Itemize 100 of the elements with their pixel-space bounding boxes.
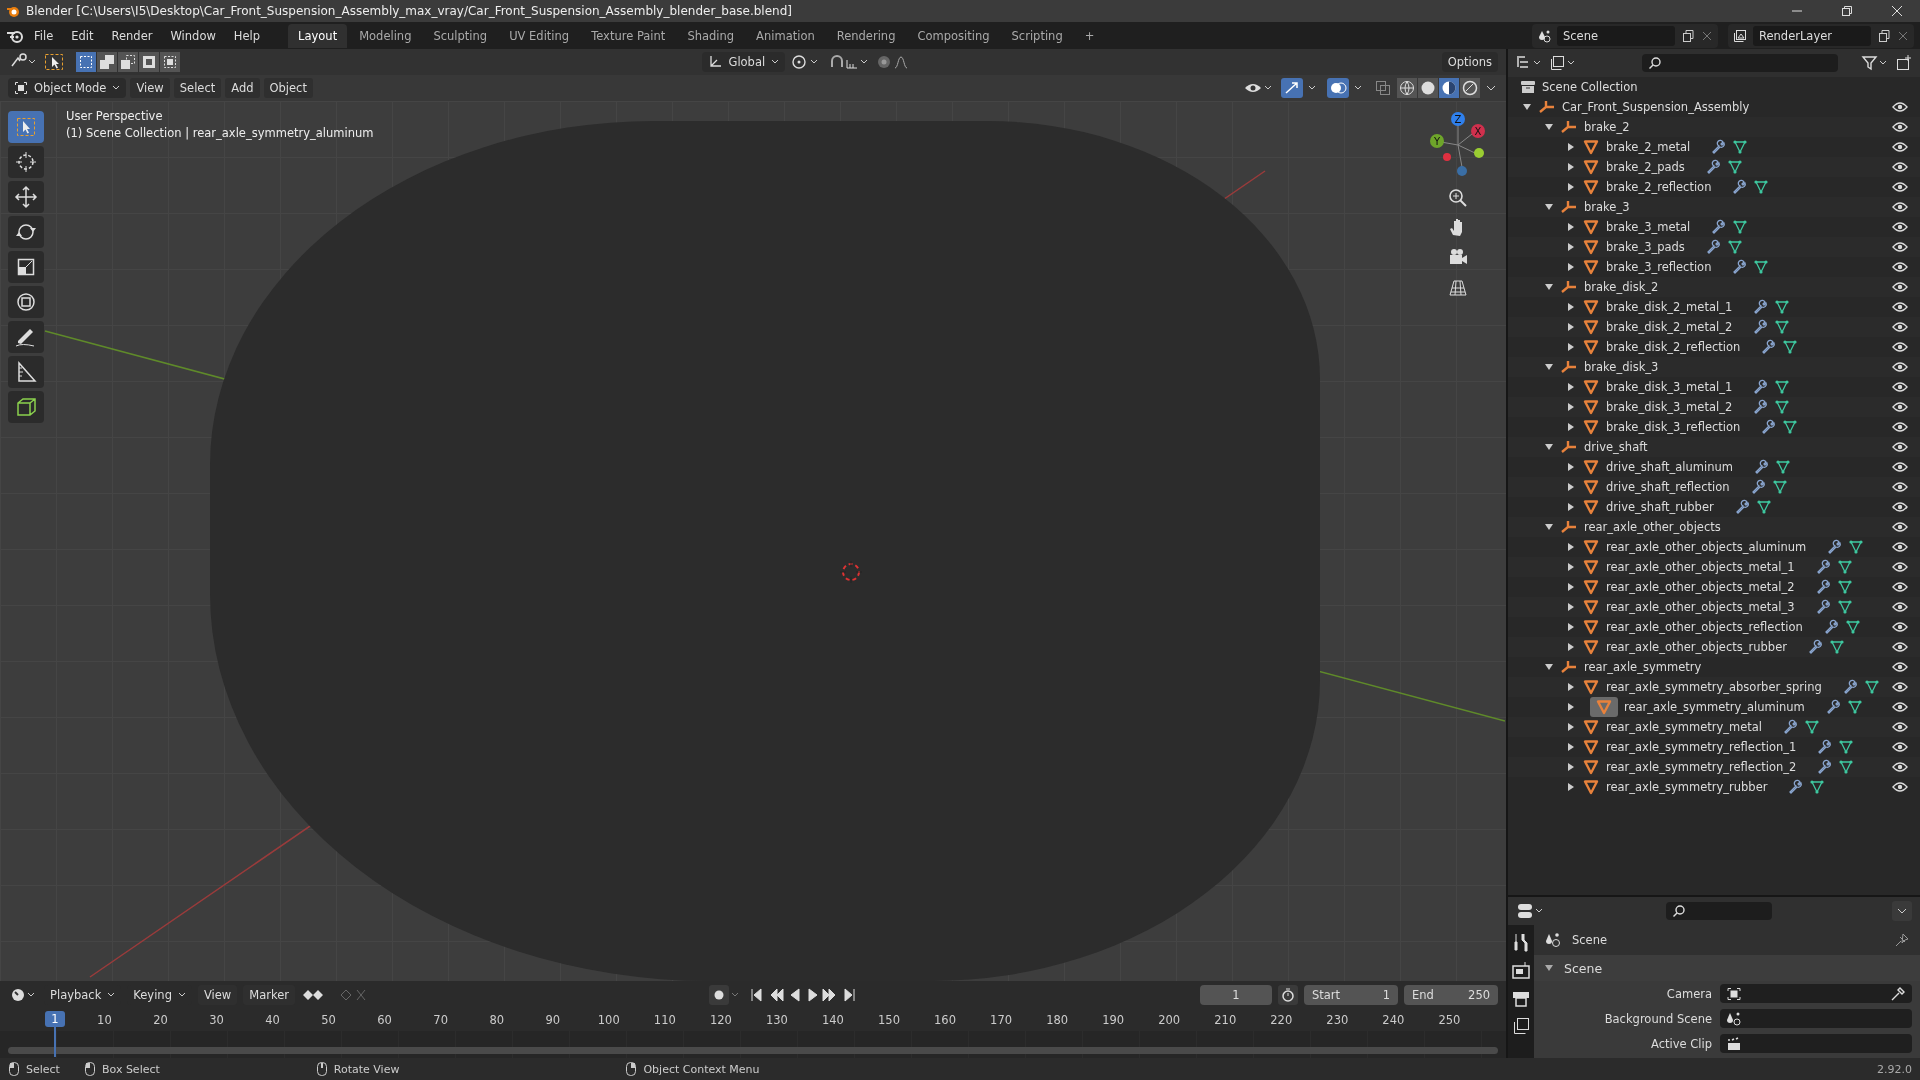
wrench-icon[interactable] <box>1752 299 1769 315</box>
expand-toggle-icon[interactable] <box>1566 622 1576 632</box>
pin-icon[interactable] <box>1894 932 1910 948</box>
expand-toggle-icon[interactable] <box>1566 502 1576 512</box>
mesh-data-icon[interactable] <box>1753 179 1770 195</box>
viewport-menu[interactable]: Object <box>263 78 313 98</box>
outliner-item[interactable]: brake_3_reflection <box>1606 260 1712 274</box>
search-field[interactable] <box>1666 902 1772 920</box>
select-tool-icon[interactable] <box>42 51 66 73</box>
outliner-item[interactable]: brake_3_metal <box>1606 220 1691 234</box>
expand-toggle-icon[interactable] <box>1566 682 1576 692</box>
render-tab-icon[interactable] <box>1510 959 1532 981</box>
wrench-icon[interactable] <box>1731 259 1748 275</box>
menu-item[interactable]: File <box>26 25 62 46</box>
expand-toggle-icon[interactable] <box>1566 222 1576 232</box>
expand-toggle-icon[interactable] <box>1544 963 1554 973</box>
eye-icon[interactable] <box>1892 741 1908 753</box>
eye-icon[interactable] <box>1892 421 1908 433</box>
mesh-data-icon[interactable] <box>1726 159 1743 175</box>
restore-icon[interactable] <box>1840 4 1854 18</box>
eye-icon[interactable] <box>1892 661 1908 673</box>
expand-toggle-icon[interactable] <box>1566 582 1576 592</box>
outliner-item[interactable]: drive_shaft_rubber <box>1606 500 1714 514</box>
mesh-data-icon[interactable] <box>1836 579 1853 595</box>
expand-toggle-icon[interactable] <box>1544 282 1554 292</box>
search-field[interactable] <box>1642 54 1838 72</box>
xray-icon[interactable] <box>1373 78 1393 98</box>
mesh-data-icon[interactable] <box>1838 739 1855 755</box>
eye-icon[interactable] <box>1892 361 1908 373</box>
expand-toggle-icon[interactable] <box>1566 182 1576 192</box>
eye-icon[interactable] <box>1892 101 1908 113</box>
outliner-item[interactable]: brake_3_pads <box>1606 240 1685 254</box>
mesh-data-icon[interactable] <box>1804 719 1821 735</box>
workspace-tab[interactable]: Modeling <box>349 23 422 48</box>
eye-icon[interactable] <box>1892 301 1908 313</box>
eye-icon[interactable] <box>1892 141 1908 153</box>
outliner-item[interactable]: brake_disk_2_reflection <box>1606 340 1741 354</box>
outliner-item[interactable]: rear_axle_symmetry_metal <box>1606 720 1763 734</box>
expand-toggle-icon[interactable] <box>1566 462 1576 472</box>
mesh-data-icon[interactable] <box>1774 379 1791 395</box>
eye-icon[interactable] <box>1892 201 1908 213</box>
eye-icon[interactable] <box>1892 761 1908 773</box>
outliner-item[interactable]: drive_shaft_aluminum <box>1606 460 1733 474</box>
outliner-item[interactable]: brake_2_pads <box>1606 160 1685 174</box>
eye-icon[interactable] <box>1892 541 1908 553</box>
outliner-item[interactable]: brake_disk_3 <box>1584 360 1659 374</box>
workspace-tab[interactable]: Compositing <box>907 23 1000 48</box>
eye-icon[interactable] <box>1892 401 1908 413</box>
wrench-icon[interactable] <box>1753 459 1769 475</box>
menu-item[interactable]: Help <box>225 25 269 46</box>
options-dropdown[interactable]: Options <box>1441 52 1498 72</box>
outliner-item[interactable]: rear_axle_other_objects_metal_1 <box>1606 560 1795 574</box>
mesh-data-icon[interactable] <box>1838 759 1855 775</box>
expand-toggle-icon[interactable] <box>1566 262 1576 272</box>
eye-icon[interactable] <box>1892 341 1908 353</box>
mesh-data-icon[interactable] <box>1755 499 1772 515</box>
expand-toggle-icon[interactable] <box>1566 542 1576 552</box>
wrench-icon[interactable] <box>1760 419 1777 435</box>
close-icon[interactable] <box>1897 29 1909 42</box>
workspace-tab[interactable]: Rendering <box>826 23 906 48</box>
outliner-item[interactable]: Car_Front_Suspension_Assembly <box>1562 100 1750 114</box>
cursor-tool-icon[interactable] <box>8 146 44 178</box>
mesh-data-icon[interactable] <box>1774 299 1791 315</box>
mesh-data-icon[interactable] <box>1732 219 1749 235</box>
mesh-data-icon[interactable] <box>1828 639 1845 655</box>
outliner-item[interactable]: brake_disk_3_metal_2 <box>1606 400 1733 414</box>
outliner-item[interactable]: brake_2_reflection <box>1606 180 1712 194</box>
expand-toggle-icon[interactable] <box>1566 762 1576 772</box>
stopwatch-icon[interactable] <box>1278 985 1298 1005</box>
outliner-item[interactable]: rear_axle_symmetry_reflection_2 <box>1606 760 1797 774</box>
expand-toggle-icon[interactable] <box>1566 422 1576 432</box>
mesh-data-icon[interactable] <box>1836 599 1853 615</box>
box-select-new-icon[interactable] <box>76 52 96 72</box>
eye-icon[interactable] <box>1892 381 1908 393</box>
workspace-tab[interactable]: Texture Paint <box>581 23 676 48</box>
outliner-item[interactable]: rear_axle_other_objects_reflection <box>1606 620 1803 634</box>
outliner-item[interactable]: rear_axle_other_objects_metal_3 <box>1606 600 1795 614</box>
eye-icon[interactable] <box>1892 241 1908 253</box>
expand-toggle-icon[interactable] <box>1566 482 1576 492</box>
viewport-menu[interactable]: Add <box>225 78 260 98</box>
wireframe-shading-icon[interactable] <box>1397 78 1417 98</box>
timeline-menu[interactable]: Marker <box>243 985 295 1005</box>
expand-toggle-icon[interactable] <box>1566 602 1576 612</box>
outliner-item[interactable]: drive_shaft <box>1584 440 1648 454</box>
orientation-dropdown[interactable]: Global <box>702 52 786 72</box>
outliner-item[interactable]: rear_axle_symmetry_aluminum <box>1624 700 1805 714</box>
outliner-item[interactable]: Scene Collection <box>1542 80 1638 94</box>
outliner-item[interactable]: rear_axle_other_objects_rubber <box>1606 640 1787 654</box>
mesh-data-icon[interactable] <box>1782 419 1799 435</box>
eye-icon[interactable] <box>1892 261 1908 273</box>
wrench-icon[interactable] <box>1710 219 1727 235</box>
expand-toggle-icon[interactable] <box>1566 342 1576 352</box>
rotate-tool-icon[interactable] <box>8 216 44 248</box>
solid-shading-icon[interactable] <box>1418 78 1438 98</box>
mesh-data-icon[interactable] <box>1771 479 1788 495</box>
expand-toggle-icon[interactable] <box>1566 402 1576 412</box>
outliner-item[interactable]: brake_disk_2_metal_2 <box>1606 320 1733 334</box>
wrench-icon[interactable] <box>1787 779 1804 795</box>
menu-item[interactable]: Render <box>103 25 161 46</box>
workspace-tab[interactable]: Animation <box>746 23 825 48</box>
